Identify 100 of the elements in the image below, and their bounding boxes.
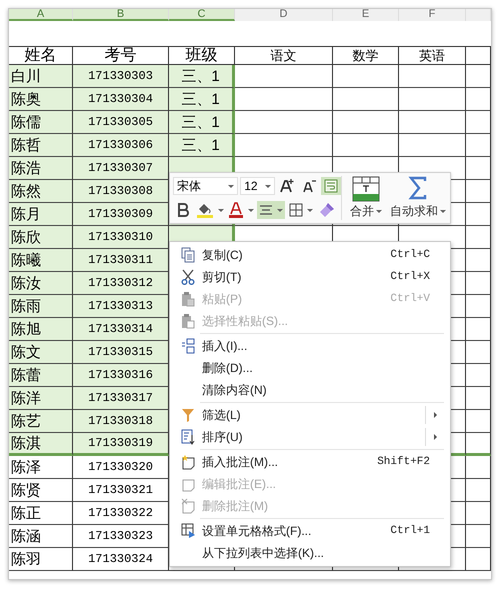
caret-icon <box>307 208 313 212</box>
fill-color-button[interactable] <box>195 201 225 219</box>
menu-item-label: 设置单元格格式(F)... <box>202 524 312 538</box>
autosum-label: 自动求和 <box>390 203 438 220</box>
center-align-button[interactable] <box>257 201 285 219</box>
format-cells-icon <box>181 523 195 539</box>
table-cell: 171330316 <box>73 364 169 387</box>
menu-item-label: 复制(C) <box>202 248 243 262</box>
menu-item[interactable]: 筛选(L) <box>174 404 444 426</box>
table-cell: 三、1 <box>169 88 235 111</box>
empty-cell <box>466 364 491 387</box>
borders-icon <box>289 203 303 217</box>
shortcut-text: Ctrl+X <box>390 271 431 283</box>
sigma-icon <box>408 176 428 200</box>
column-header[interactable]: E <box>333 9 399 21</box>
table-cell: 陈奥 <box>9 88 73 111</box>
column-heading: 班级 <box>186 46 218 66</box>
bold-icon <box>177 203 189 217</box>
wrap-text-icon <box>324 179 338 193</box>
submenu-arrow-icon <box>434 434 436 440</box>
paint-bucket-icon <box>196 202 214 218</box>
table-cell: 171330309 <box>73 203 169 226</box>
table-cell: 陈淇 <box>9 433 73 456</box>
empty-cell <box>466 272 491 295</box>
empty-cell <box>466 318 491 341</box>
empty-cell <box>466 433 491 456</box>
caret-icon <box>265 184 271 188</box>
font-dropdown[interactable]: 宋体 <box>173 177 238 195</box>
empty-cell <box>466 88 491 111</box>
caret-icon <box>218 208 224 212</box>
menu-item[interactable]: 清除内容(N) <box>174 379 444 401</box>
caret-icon <box>376 210 382 213</box>
table-cell: 171330312 <box>73 272 169 295</box>
shrink-font-icon <box>301 178 317 194</box>
scissors-icon <box>181 269 195 285</box>
table-cell: 171330304 <box>73 88 169 111</box>
table-cell: 171330303 <box>73 65 169 88</box>
empty-cell <box>399 88 466 111</box>
insert-cells-icon <box>181 338 195 354</box>
align-center-icon <box>259 204 273 216</box>
empty-cell <box>466 134 491 157</box>
menu-item-label: 删除批注(M) <box>202 498 268 512</box>
shortcut-text: Ctrl+C <box>390 249 431 261</box>
column-heading: 数学 <box>352 46 378 64</box>
column-header[interactable]: D <box>235 9 333 21</box>
menu-item[interactable]: 复制(C) Ctrl+C <box>174 244 444 266</box>
shortcut-text: Ctrl+1 <box>390 525 431 537</box>
menu-item[interactable]: 插入批注(M)... Shift+F2 <box>174 451 444 473</box>
size-dropdown[interactable]: 12 <box>240 177 275 195</box>
merge-cells-icon <box>352 176 380 202</box>
menu-item-label: 编辑批注(E)... <box>202 476 276 490</box>
menu-item[interactable]: 插入(I)... <box>174 335 444 357</box>
table-cell: 陈儒 <box>9 111 73 134</box>
column-header[interactable]: F <box>399 9 466 21</box>
empty-cell <box>466 111 491 134</box>
menu-item[interactable]: 从下拉列表中选择(K)... <box>174 542 444 564</box>
empty-cell <box>466 249 491 272</box>
caret-icon <box>248 208 254 212</box>
column-heading: 语文 <box>270 46 296 64</box>
menu-item[interactable]: 删除(D)... <box>174 357 444 379</box>
column-header[interactable]: B <box>73 9 169 21</box>
empty-cell <box>466 157 491 180</box>
note-delete-icon <box>181 498 195 514</box>
menu-item-label: 从下拉列表中选择(K)... <box>202 546 324 560</box>
empty-cell <box>466 479 491 502</box>
borders-button[interactable] <box>287 201 315 219</box>
table-cell: 171330310 <box>73 226 169 249</box>
table-cell: 171330313 <box>73 295 169 318</box>
table-cell: 陈曦 <box>9 249 73 272</box>
empty-cell <box>333 111 399 134</box>
menu-item-label: 筛选(L) <box>202 408 241 422</box>
caret-icon <box>228 184 234 188</box>
shortcut-text: Shift+F2 <box>377 456 431 468</box>
table-cell: 陈汝 <box>9 272 73 295</box>
table-cell: 陈羽 <box>9 548 73 571</box>
table-cell: 陈浩 <box>9 157 73 180</box>
table-cell: 陈文 <box>9 341 73 364</box>
merge-button[interactable]: 合并 <box>348 176 384 220</box>
column-header[interactable]: C <box>169 9 235 21</box>
column-heading: 姓名 <box>24 46 56 66</box>
caret-icon <box>277 208 283 212</box>
menu-item[interactable]: 剪切(T) Ctrl+X <box>174 266 444 288</box>
column-heading: 考号 <box>104 46 136 66</box>
note-add-icon <box>181 454 195 470</box>
table-cell: 171330315 <box>73 341 169 364</box>
table-cell: 陈洋 <box>9 387 73 410</box>
column-header[interactable]: A <box>9 9 73 21</box>
table-cell: 171330317 <box>73 387 169 410</box>
autosum-button[interactable]: 自动求和 <box>388 176 448 220</box>
menu-item[interactable]: 设置单元格格式(F)... Ctrl+1 <box>174 520 444 542</box>
empty-cell <box>466 525 491 548</box>
menu-item[interactable]: 排序(U) <box>174 426 444 448</box>
table-cell: 陈艺 <box>9 410 73 433</box>
table-cell: 陈然 <box>9 180 73 203</box>
menu-item-label: 删除(D)... <box>202 360 253 374</box>
menu-item-label: 选择性粘贴(S)... <box>202 314 288 328</box>
table-cell: 陈旭 <box>9 318 73 341</box>
font-color-button[interactable] <box>227 201 255 219</box>
shortcut-text: Ctrl+V <box>390 293 431 305</box>
table-cell: 陈涵 <box>9 525 73 548</box>
